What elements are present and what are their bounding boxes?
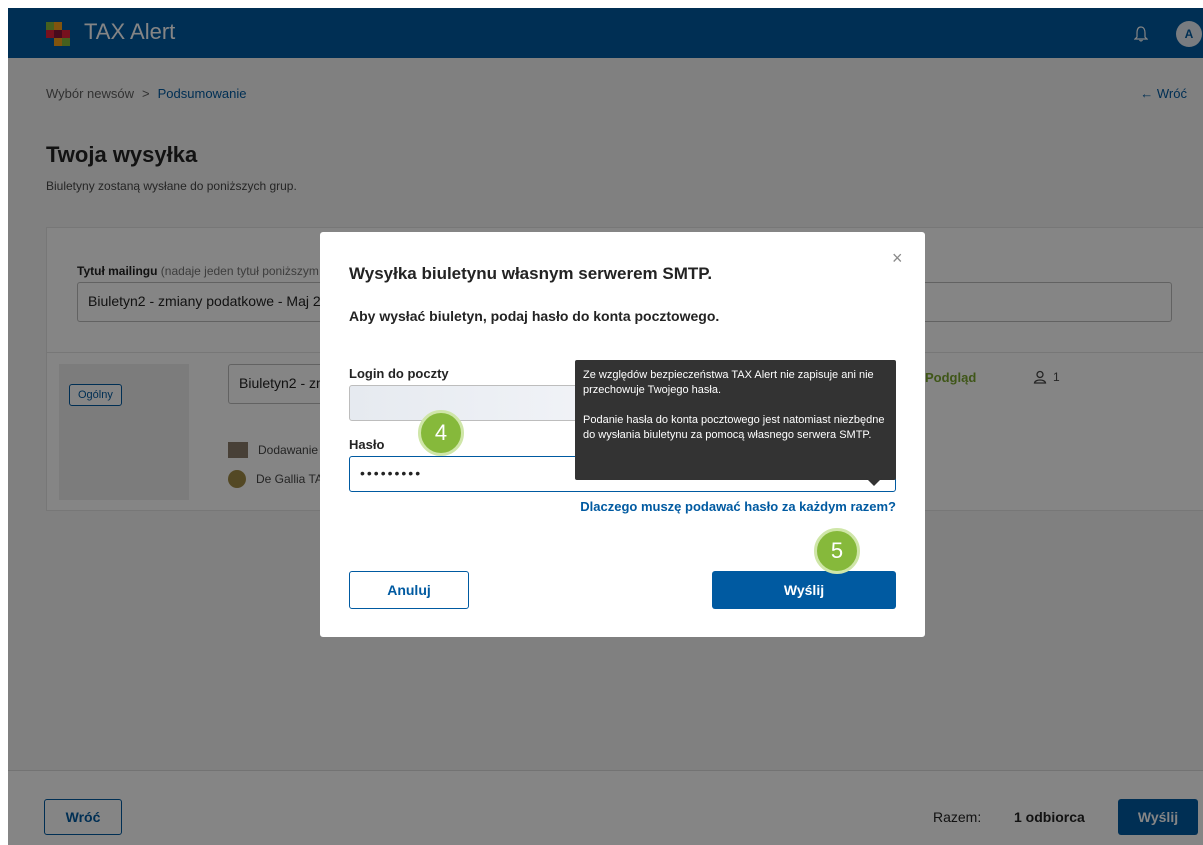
- password-label: Hasło: [349, 437, 385, 452]
- modal-subtitle: Aby wysłać biuletyn, podaj hasło do kont…: [349, 308, 720, 324]
- tooltip-text: Ze względów bezpieczeństwa TAX Alert nie…: [583, 369, 874, 396]
- password-tooltip: Ze względów bezpieczeństwa TAX Alert nie…: [575, 360, 896, 480]
- modal-title: Wysyłka biuletynu własnym serwerem SMTP.: [349, 264, 713, 283]
- close-icon[interactable]: ×: [892, 248, 903, 269]
- why-password-link[interactable]: Dlaczego muszę podawać hasło za każdym r…: [580, 499, 896, 514]
- left-strip: [0, 0, 8, 845]
- login-label: Login do poczty: [349, 366, 449, 381]
- send-button[interactable]: Wyślij: [712, 571, 896, 609]
- cancel-button[interactable]: Anuluj: [349, 571, 469, 609]
- step-badge-5: 5: [814, 528, 860, 574]
- tooltip-arrow: [866, 478, 882, 486]
- tooltip-text: Podanie hasła do konta pocztowego jest n…: [583, 414, 885, 441]
- app-root: TAX Alert A Wybór newsów > Podsumowanie ← …: [0, 0, 1203, 845]
- step-badge-4: 4: [418, 410, 464, 456]
